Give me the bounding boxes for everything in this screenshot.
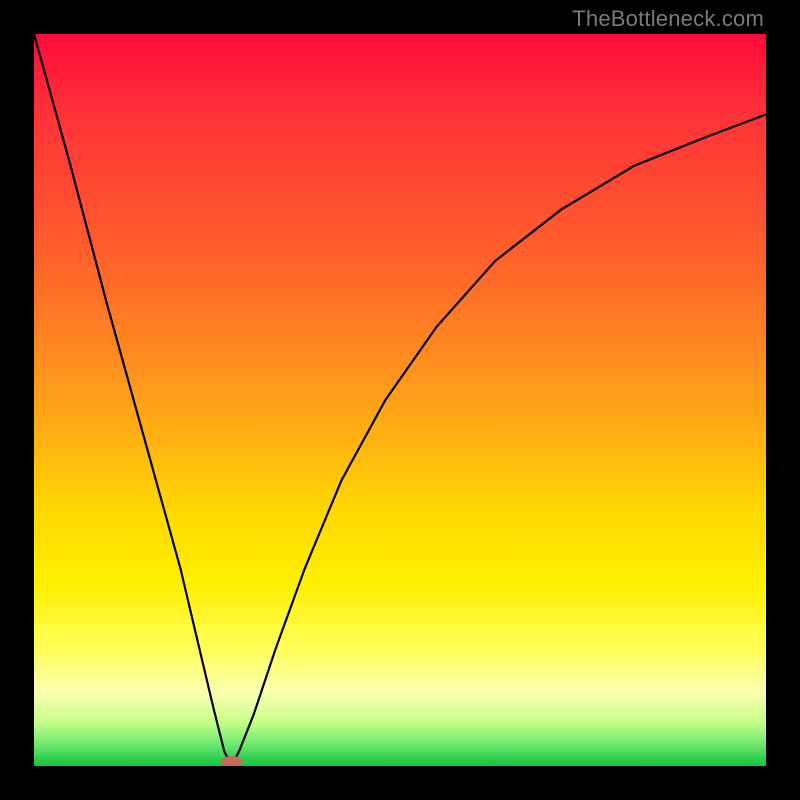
chart-container: TheBottleneck.com: [0, 0, 800, 800]
watermark-text: TheBottleneck.com: [572, 6, 764, 32]
left-branch-line: [34, 34, 232, 766]
right-branch-line: [232, 115, 766, 767]
min-point-marker: [221, 756, 243, 766]
curve-layer: [34, 34, 766, 766]
plot-area: [34, 34, 766, 766]
